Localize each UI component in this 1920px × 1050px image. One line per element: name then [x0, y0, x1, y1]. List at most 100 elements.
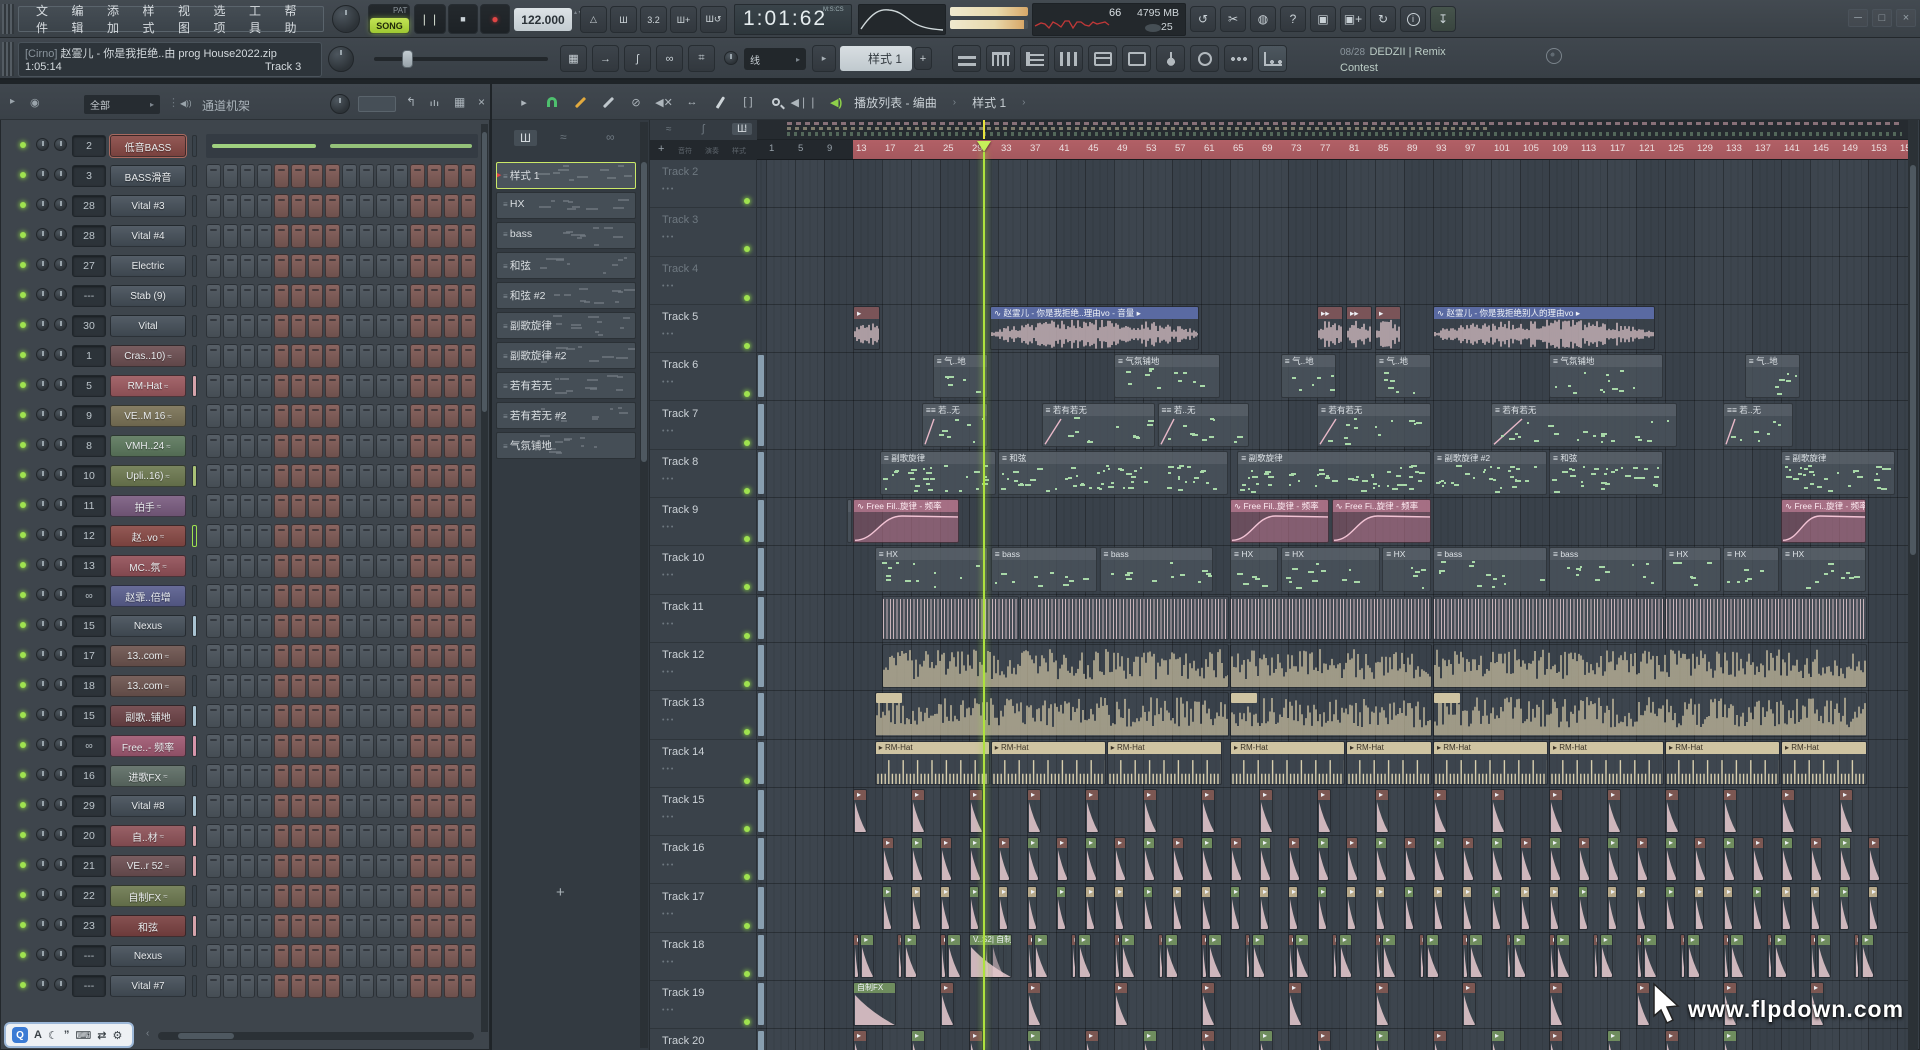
step-cell[interactable]: [410, 194, 425, 218]
channel-enable-led[interactable]: [20, 412, 26, 418]
step-cell[interactable]: [240, 254, 255, 278]
graph-editor-icon[interactable]: ılı: [430, 99, 440, 108]
step-cell[interactable]: [393, 254, 408, 278]
channel-button[interactable]: 进歌FX ≈: [110, 765, 186, 787]
step-cell[interactable]: [461, 734, 476, 758]
track-mute-led[interactable]: [744, 1019, 750, 1025]
track-lane[interactable]: [757, 546, 1908, 594]
typing-keyboard-icon[interactable]: ⌗: [688, 45, 715, 72]
rack-target-box[interactable]: [358, 96, 396, 112]
step-cell[interactable]: [206, 554, 221, 578]
step-cell[interactable]: [223, 974, 238, 998]
step-cell[interactable]: [359, 554, 374, 578]
step-cell[interactable]: [393, 554, 408, 578]
step-cell[interactable]: [274, 704, 289, 728]
channel-pan-knob[interactable]: [36, 288, 49, 301]
rack-vscroll-thumb[interactable]: [482, 132, 487, 412]
step-cell[interactable]: [206, 524, 221, 548]
channel-volume-knob[interactable]: [54, 228, 67, 241]
track-options[interactable]: •••: [662, 1007, 675, 1014]
metronome-icon[interactable]: △: [580, 6, 607, 33]
channel-number[interactable]: ∞: [72, 585, 106, 607]
step-cell[interactable]: [274, 884, 289, 908]
track-header[interactable]: Track 17•••: [650, 885, 757, 933]
track-header[interactable]: Track 8•••: [650, 450, 757, 498]
touch-controller-icon[interactable]: [1224, 45, 1253, 72]
step-cell[interactable]: [427, 674, 442, 698]
step-cell[interactable]: [291, 584, 306, 608]
track-mute-led[interactable]: [744, 391, 750, 397]
channel-number[interactable]: 17: [72, 645, 106, 667]
step-cell[interactable]: [427, 644, 442, 668]
step-cell[interactable]: [461, 584, 476, 608]
channel-select-strip[interactable]: [192, 585, 197, 607]
step-cell[interactable]: [206, 914, 221, 938]
channel-button[interactable]: 赵霏..倍增: [110, 585, 186, 607]
channel-volume-knob[interactable]: [54, 528, 67, 541]
step-cell[interactable]: [461, 644, 476, 668]
channel-volume-knob[interactable]: [54, 738, 67, 751]
step-cell[interactable]: [444, 614, 459, 638]
channel-button[interactable]: VMH..24 ≈: [110, 435, 186, 457]
rack-hscrollbar[interactable]: [158, 1032, 474, 1040]
step-cell[interactable]: [393, 524, 408, 548]
channel-volume-knob[interactable]: [54, 138, 67, 151]
step-cell[interactable]: [444, 674, 459, 698]
channel-enable-led[interactable]: [20, 832, 26, 838]
track-name[interactable]: Track 15: [662, 794, 704, 806]
step-cell[interactable]: [410, 914, 425, 938]
step-cell[interactable]: [206, 674, 221, 698]
step-cell[interactable]: [393, 914, 408, 938]
step-cell[interactable]: [410, 974, 425, 998]
step-cell[interactable]: [359, 674, 374, 698]
step-cell[interactable]: [274, 314, 289, 338]
step-cell[interactable]: [461, 254, 476, 278]
pattern-add-button[interactable]: +: [914, 47, 932, 70]
channel-enable-led[interactable]: [20, 532, 26, 538]
track-lane[interactable]: [757, 740, 1908, 788]
step-cell[interactable]: [359, 704, 374, 728]
channel-button[interactable]: Upli..16) ≈: [110, 465, 186, 487]
track-header[interactable]: Track 16•••: [650, 836, 757, 884]
step-cell[interactable]: [274, 344, 289, 368]
step-cell[interactable]: [223, 704, 238, 728]
channel-pan-knob[interactable]: [36, 828, 49, 841]
step-cell[interactable]: [393, 494, 408, 518]
track-trigger-strip[interactable]: [758, 838, 764, 880]
channel-select-strip[interactable]: [192, 165, 197, 187]
close-button[interactable]: ×: [1896, 9, 1916, 27]
step-cell[interactable]: [291, 674, 306, 698]
step-cell[interactable]: [325, 314, 340, 338]
step-cell[interactable]: [342, 704, 357, 728]
step-cell[interactable]: [410, 944, 425, 968]
channel-pan-knob[interactable]: [36, 318, 49, 331]
step-cell[interactable]: [410, 404, 425, 428]
playhead-marker[interactable]: [977, 141, 991, 152]
step-cell[interactable]: [342, 314, 357, 338]
step-cell[interactable]: [291, 164, 306, 188]
channel-button[interactable]: VE..M 16 ≈: [110, 405, 186, 427]
step-cell[interactable]: [325, 164, 340, 188]
channel-number[interactable]: 9: [72, 405, 106, 427]
playlist-grid[interactable]: [757, 160, 1908, 1050]
channel-preview[interactable]: [206, 134, 478, 158]
step-cell[interactable]: [240, 194, 255, 218]
channel-number[interactable]: 11: [72, 495, 106, 517]
step-cell[interactable]: [274, 224, 289, 248]
pattern-list-item[interactable]: ≡ 和弦 #2: [496, 282, 636, 309]
track-lane[interactable]: [757, 257, 1908, 305]
step-cell[interactable]: [308, 164, 323, 188]
track-mute-led[interactable]: [744, 440, 750, 446]
step-cell[interactable]: [342, 644, 357, 668]
channel-number[interactable]: 1: [72, 345, 106, 367]
step-cell[interactable]: [342, 404, 357, 428]
track-header[interactable]: Track 14•••: [650, 740, 757, 788]
step-cell[interactable]: [325, 464, 340, 488]
step-cell[interactable]: [325, 494, 340, 518]
song-mode-button[interactable]: SONG: [370, 18, 409, 33]
magnet-icon[interactable]: [544, 94, 560, 110]
channel-enable-led[interactable]: [20, 142, 26, 148]
track-mute-led[interactable]: [744, 826, 750, 832]
step-cell[interactable]: [376, 254, 391, 278]
track-trigger-strip[interactable]: [758, 935, 764, 977]
